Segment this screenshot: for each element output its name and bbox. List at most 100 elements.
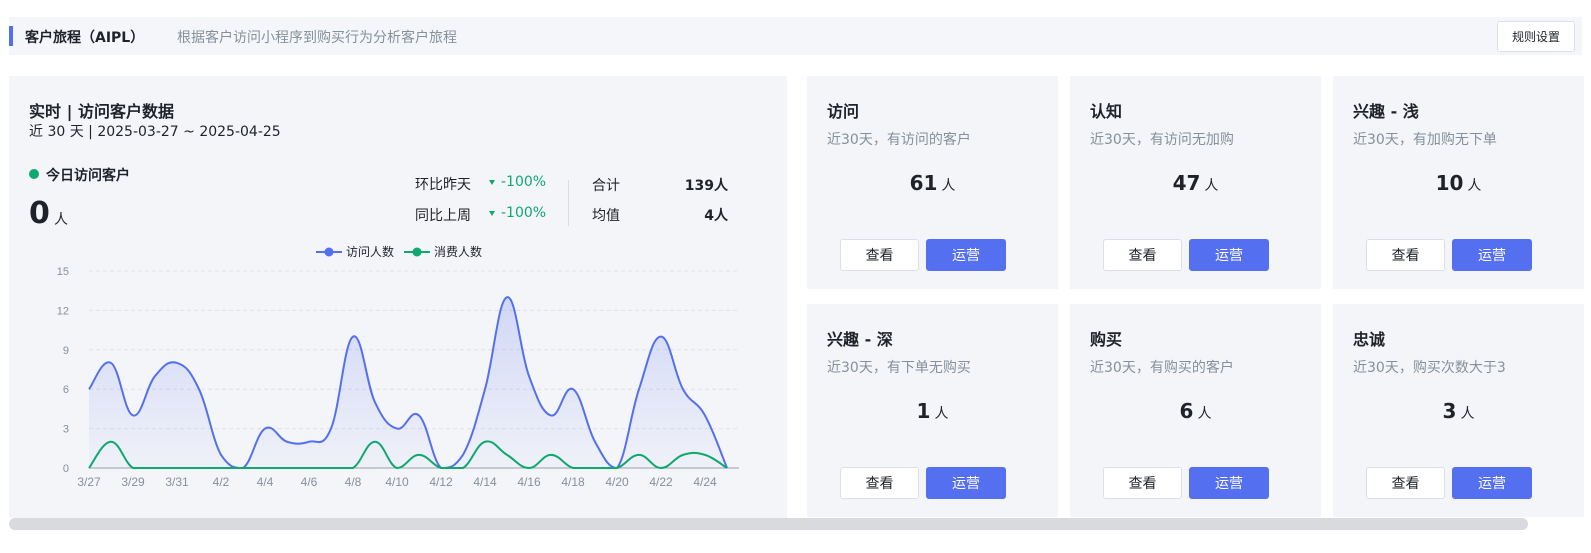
avg-value: 4人 — [704, 208, 728, 224]
card-value: 47 人 — [1070, 171, 1321, 195]
operate-button[interactable]: 运营 — [1189, 467, 1269, 499]
card-title: 认知 — [1090, 102, 1123, 121]
x-tick-label: 4/8 — [345, 475, 362, 489]
x-tick-label: 4/4 — [257, 475, 274, 489]
legend-label: 消费人数 — [434, 244, 482, 259]
operate-button[interactable]: 运营 — [1452, 467, 1532, 499]
card-value-number: 3 — [1442, 399, 1457, 423]
card-value-unit: 人 — [1204, 178, 1219, 194]
card-title: 访问 — [827, 102, 860, 121]
operate-button[interactable]: 运营 — [1189, 239, 1269, 271]
card-description: 近30天，有访问的客户 — [827, 132, 971, 148]
status-dot-icon — [29, 169, 39, 179]
legend-marker — [324, 247, 334, 257]
card-value: 3人 — [1333, 399, 1584, 423]
view-button[interactable]: 查看 — [840, 467, 919, 499]
page-title: 客户旅程（AIPL） — [25, 30, 145, 46]
card-value-number: 61 — [909, 171, 938, 195]
wow-value: -100% — [489, 205, 546, 221]
card-value-unit: 人 — [1460, 406, 1475, 422]
card-title: 购买 — [1090, 330, 1123, 349]
y-tick-label: 15 — [57, 266, 69, 278]
journey-card: 兴趣 - 浅近30天，有加购无下单 10 人查看 运营 — [1333, 76, 1584, 289]
horizontal-scrollbar[interactable] — [9, 518, 1528, 530]
legend-label: 访问人数 — [346, 244, 394, 259]
wow-value-text: -100% — [501, 205, 547, 221]
x-tick-label: 4/12 — [429, 475, 453, 489]
card-description: 近30天，有购买的客户 — [1090, 360, 1234, 376]
today-visitors-unit: 人 — [54, 212, 68, 228]
down-arrow-icon — [489, 179, 495, 185]
card-value-number: 1 — [916, 399, 931, 423]
divider — [568, 180, 569, 226]
y-tick-label: 3 — [63, 424, 69, 436]
avg-label: 均值 — [592, 208, 620, 224]
card-value-unit: 人 — [1467, 178, 1482, 194]
card-value-number: 10 — [1435, 171, 1464, 195]
total-label: 合计 — [592, 178, 620, 194]
journey-card: 认知 近30天，有访问无加购 47 人查看 运营 — [1070, 76, 1321, 289]
page-description: 根据客户访问小程序到购买行为分析客户旅程 — [177, 30, 457, 46]
y-tick-label: 6 — [63, 384, 69, 396]
card-description: 近30天，有下单无购买 — [827, 360, 971, 376]
dod-value-text: -100% — [501, 174, 547, 190]
x-tick-label: 4/24 — [693, 475, 717, 489]
chart-series — [88, 296, 728, 470]
total-value: 139人 — [684, 178, 728, 194]
card-value-unit: 人 — [1197, 406, 1212, 422]
dod-label: 环比昨天 — [415, 177, 471, 193]
legend-marker — [412, 247, 422, 257]
view-button[interactable]: 查看 — [1366, 467, 1445, 499]
page-header: 客户旅程（AIPL） 根据客户访问小程序到购买行为分析客户旅程 规则设置 — [9, 17, 1582, 55]
wow-label: 同比上周 — [415, 208, 471, 224]
card-value: 6人 — [1070, 399, 1321, 423]
realtime-title: 实时 | 访问客户数据 — [29, 102, 174, 121]
header-accent-bar — [9, 26, 13, 46]
y-axis: 0 3 6 9 12 15 — [57, 266, 69, 475]
card-title: 忠诚 — [1353, 330, 1386, 349]
card-value: 10 人 — [1333, 171, 1584, 195]
journey-card: 访问近30天，有访问的客户 61 人查看 运营 — [807, 76, 1058, 289]
realtime-range: 近 30 天 | 2025-03-27 ~ 2025-04-25 — [29, 124, 281, 140]
x-tick-label: 4/6 — [301, 475, 318, 489]
card-value-unit: 人 — [934, 406, 949, 422]
visitor-trend-chart: 访问人数 消费人数 0 3 6 9 12 15 3/27 3/29 3/31 4/2 4/4 4/6 4… — [57, 244, 739, 489]
y-tick-label: 9 — [63, 345, 69, 357]
view-button[interactable]: 查看 — [1103, 239, 1182, 271]
today-visitors-value: 0 — [29, 196, 50, 231]
operate-button[interactable]: 运营 — [926, 467, 1006, 499]
operate-button[interactable]: 运营 — [926, 239, 1006, 271]
journey-card: 购买近30天，有购买的客户 6 人查看 运营 — [1070, 304, 1321, 517]
dod-value: -100% — [489, 174, 546, 190]
view-button[interactable]: 查看 — [1103, 467, 1182, 499]
series-area — [89, 297, 727, 468]
chart-legend[interactable]: 访问人数 消费人数 — [316, 244, 482, 259]
realtime-panel: 实时 | 访问客户数据 近 30 天 | 2025-03-27 ~ 2025-0… — [9, 76, 787, 518]
x-tick-label: 4/10 — [385, 475, 409, 489]
journey-card: 兴趣 - 深近30天，有下单无购买 1 人查看 运营 — [807, 304, 1058, 517]
x-tick-label: 4/2 — [213, 475, 230, 489]
y-tick-label: 12 — [57, 305, 69, 317]
x-tick-label: 4/16 — [517, 475, 541, 489]
x-tick-label: 4/18 — [561, 475, 585, 489]
view-button[interactable]: 查看 — [1366, 239, 1445, 271]
card-description: 近30天，购买次数大于3 — [1353, 360, 1506, 376]
x-tick-label: 4/20 — [605, 475, 629, 489]
card-value-number: 6 — [1179, 399, 1194, 423]
today-visitors-label: 今日访问客户 — [46, 168, 130, 184]
card-value: 61 人 — [807, 171, 1058, 195]
card-title: 兴趣 - 浅 — [1353, 102, 1419, 121]
down-arrow-icon — [489, 210, 495, 216]
card-title: 兴趣 - 深 — [827, 330, 893, 349]
x-axis: 3/27 3/29 3/31 4/2 4/4 4/6 4/8 4/10 4/12 4/14 4/16… — [77, 475, 717, 489]
x-tick-label: 3/29 — [121, 475, 145, 489]
journey-card: 忠诚近30天，购买次数大于3 3 人查看 运营 — [1333, 304, 1584, 517]
rule-settings-button[interactable]: 规则设置 — [1497, 21, 1575, 52]
card-value-number: 47 — [1172, 171, 1201, 195]
card-value-unit: 人 — [941, 178, 956, 194]
view-button[interactable]: 查看 — [840, 239, 919, 271]
x-tick-label: 3/31 — [165, 475, 189, 489]
card-description: 近30天，有加购无下单 — [1353, 132, 1497, 148]
operate-button[interactable]: 运营 — [1452, 239, 1532, 271]
x-tick-label: 3/27 — [77, 475, 101, 489]
